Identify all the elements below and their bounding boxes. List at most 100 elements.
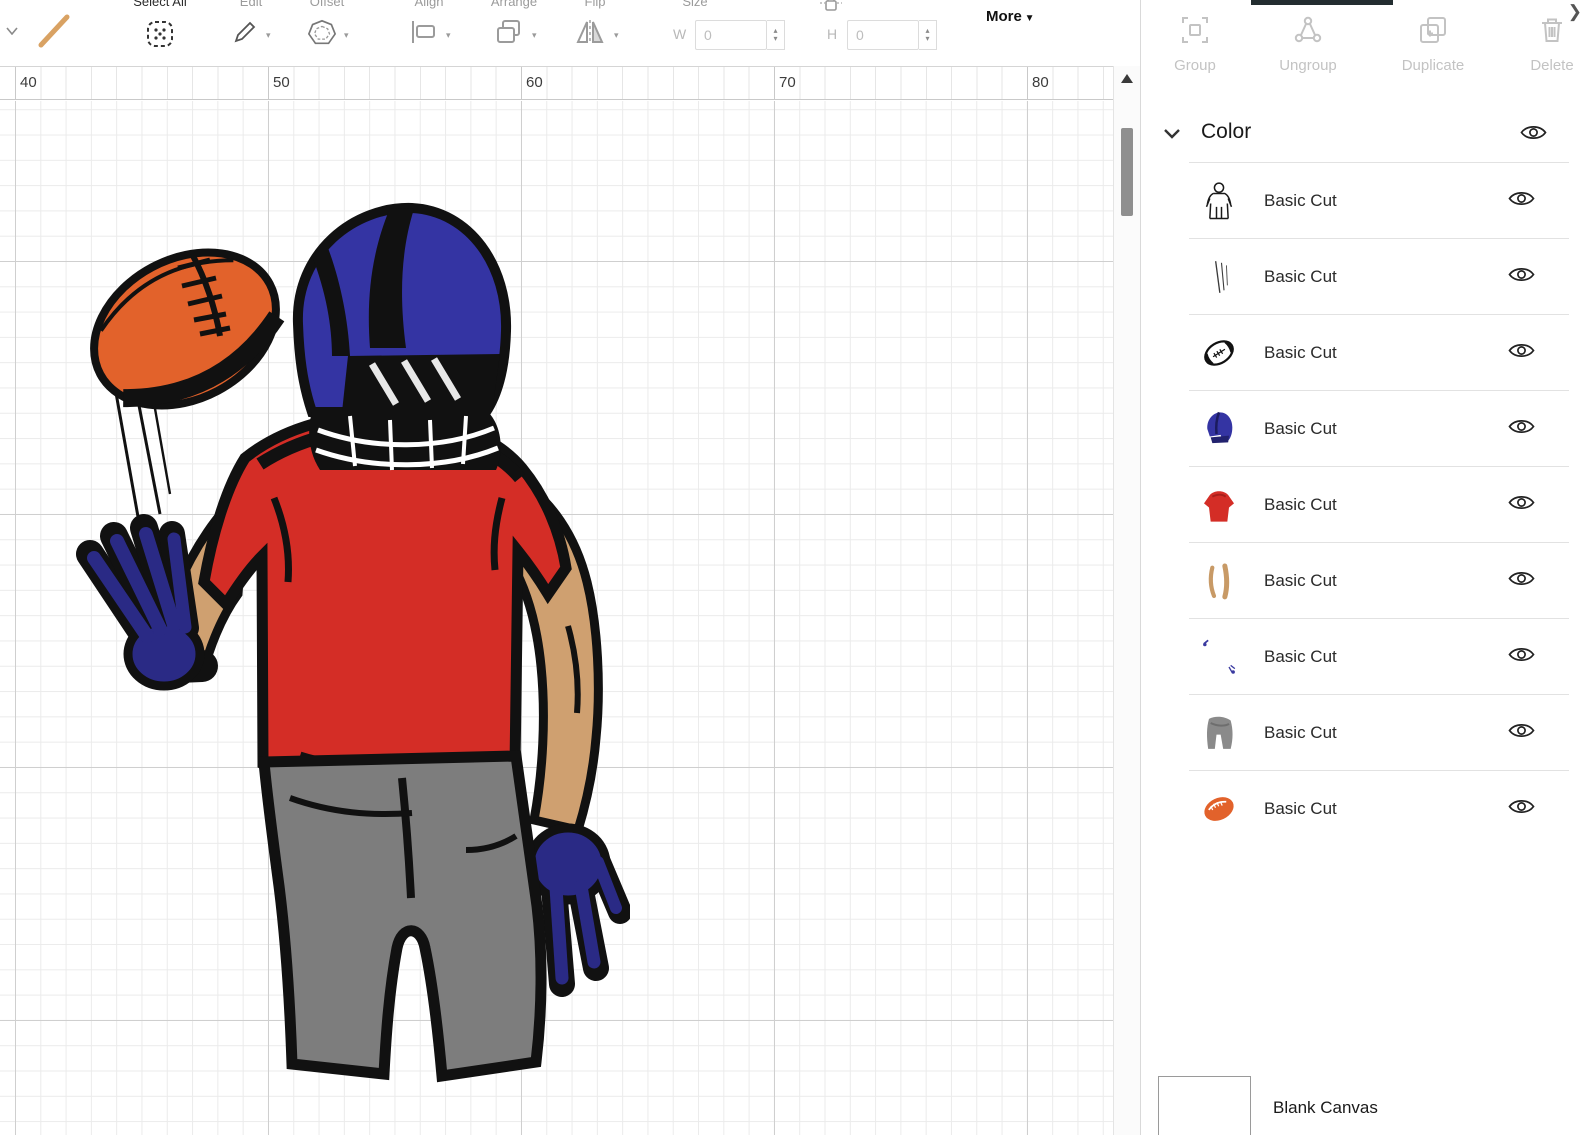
select-all-label: Select All	[133, 0, 187, 9]
ungroup-label: Ungroup	[1279, 57, 1337, 74]
visibility-eye-icon[interactable]	[1508, 265, 1535, 288]
visibility-eye-icon[interactable]	[1508, 797, 1535, 820]
football-shape	[90, 248, 285, 410]
delete-label: Delete	[1530, 57, 1574, 74]
layer-label: Basic Cut	[1264, 190, 1337, 210]
swatch-dropdown[interactable]	[0, 22, 24, 40]
arrange-label: Arrange	[490, 0, 538, 9]
visibility-eye-icon[interactable]	[1508, 645, 1535, 668]
layer-row-jersey[interactable]: Basic Cut	[1189, 466, 1569, 542]
align-label: Align	[414, 0, 444, 9]
layer-row-orange-football[interactable]: Basic Cut	[1189, 770, 1569, 846]
more-button[interactable]: More ▼	[986, 8, 1035, 25]
ruler-tick-60: 60	[526, 74, 543, 91]
height-stepper[interactable]: ▴ ▾	[919, 20, 937, 50]
ungroup-button[interactable]: Ungroup	[1273, 14, 1343, 74]
line-swatch-icon	[38, 14, 70, 48]
layer-label: Basic Cut	[1264, 494, 1337, 514]
mirror-icon	[575, 18, 605, 51]
width-input[interactable]	[695, 20, 767, 50]
linetype-swatch[interactable]	[34, 12, 74, 55]
blank-canvas-row[interactable]: Blank Canvas	[1141, 1068, 1588, 1135]
chevron-down-icon: ▼	[1021, 13, 1035, 24]
blank-canvas-label: Blank Canvas	[1273, 1098, 1378, 1117]
layer-thumbnail-jersey	[1197, 483, 1241, 527]
layer-label: Basic Cut	[1264, 722, 1337, 742]
select-all-button[interactable]: Select All	[128, 0, 192, 60]
ruler-tick-80: 80	[1032, 74, 1049, 91]
layer-thumbnail-helmet	[1197, 407, 1241, 451]
layer-thumbnail-body-outline	[1197, 179, 1241, 223]
chevron-down-icon: ▾	[532, 30, 537, 40]
edit-label: Edit	[239, 0, 263, 9]
chevron-down-icon: ▾	[614, 30, 619, 40]
layer-label: Basic Cut	[1264, 266, 1337, 286]
layer-row-arms[interactable]: Basic Cut	[1189, 542, 1569, 618]
chevron-down-icon: ▾	[446, 30, 451, 40]
visibility-eye-icon[interactable]	[1508, 417, 1535, 440]
align-icon	[409, 18, 439, 51]
canvas-vertical-scrollbar[interactable]	[1113, 66, 1140, 1135]
layer-actions-bar: Group Ungroup Duplicate Delete	[1141, 14, 1588, 100]
layer-row-motion-lines[interactable]: Basic Cut	[1189, 238, 1569, 314]
more-label: More	[986, 8, 1022, 25]
layer-row-pants[interactable]: Basic Cut	[1189, 694, 1569, 770]
arrange-button[interactable]: Arrange ▾	[482, 0, 546, 60]
group-icon	[1182, 17, 1208, 43]
ruler-tick-40: 40	[20, 74, 37, 91]
offset-label: Offset	[309, 0, 345, 9]
layer-row-helmet[interactable]: Basic Cut	[1189, 390, 1569, 466]
visibility-eye-icon[interactable]	[1508, 569, 1535, 592]
delete-button[interactable]: Delete	[1517, 14, 1587, 74]
scroll-up-arrow[interactable]	[1121, 74, 1133, 83]
layer-thumbnail-arms	[1197, 559, 1241, 603]
visibility-eye-icon[interactable]	[1508, 341, 1535, 364]
layers-icon	[494, 18, 524, 51]
football-player-artwork[interactable]	[50, 196, 632, 1086]
visibility-eye-icon[interactable]	[1508, 189, 1535, 212]
offset-button[interactable]: Offset ▾	[296, 0, 358, 60]
visibility-eye-icon[interactable]	[1508, 493, 1535, 516]
chevron-down-icon: ▾	[344, 30, 349, 40]
layer-label: Basic Cut	[1264, 342, 1337, 362]
ungroup-icon	[1294, 16, 1322, 43]
group-button[interactable]: Group	[1163, 14, 1227, 74]
aspect-lock-icon[interactable]	[820, 0, 842, 19]
top-toolbar: Select All Edit ▾ Offset ▾ Align ▾ Arran…	[0, 0, 1113, 66]
layer-row-blue-details[interactable]: Basic Cut	[1189, 618, 1569, 694]
layer-label: Basic Cut	[1264, 646, 1337, 666]
align-button[interactable]: Align ▾	[400, 0, 458, 60]
width-field[interactable]: ▴▾	[695, 20, 785, 50]
duplicate-button[interactable]: Duplicate	[1393, 14, 1473, 74]
height-field[interactable]: ▴▾	[847, 20, 937, 50]
flip-label: Flip	[584, 0, 606, 9]
scrollbar-thumb[interactable]	[1121, 128, 1133, 216]
height-input[interactable]	[847, 20, 919, 50]
layer-row-football-outline[interactable]: Basic Cut	[1189, 314, 1569, 390]
polygon-offset-icon	[307, 18, 337, 53]
chevron-down-icon[interactable]	[1163, 126, 1181, 144]
layer-row-body-outline[interactable]: Basic Cut	[1189, 162, 1569, 238]
visibility-eye-icon[interactable]	[1520, 124, 1547, 147]
duplicate-icon	[1420, 17, 1446, 43]
duplicate-label: Duplicate	[1401, 57, 1465, 74]
ruler-tick-70: 70	[779, 74, 796, 91]
width-stepper[interactable]: ▴ ▾	[767, 20, 785, 50]
color-group-title: Color	[1201, 120, 1252, 143]
layer-thumbnail-blue-details	[1197, 635, 1241, 679]
height-label: H	[827, 26, 838, 42]
layer-label: Basic Cut	[1264, 798, 1337, 818]
size-group: Size W ▴▾ H ▴▾	[655, 0, 955, 60]
flip-button[interactable]: Flip ▾	[566, 0, 624, 60]
color-group-header[interactable]: Color	[1141, 108, 1588, 162]
width-label: W	[673, 26, 687, 42]
layer-label: Basic Cut	[1264, 418, 1337, 438]
edit-button[interactable]: Edit ▾	[222, 0, 280, 60]
layer-thumbnail-motion-lines	[1197, 255, 1241, 299]
football-player-illustration	[76, 202, 632, 1083]
layer-thumbnail-orange-football	[1197, 787, 1241, 831]
select-all-icon	[144, 18, 176, 55]
visibility-eye-icon[interactable]	[1508, 721, 1535, 744]
design-canvas[interactable]	[0, 101, 1113, 1135]
size-label: Size	[682, 0, 708, 9]
